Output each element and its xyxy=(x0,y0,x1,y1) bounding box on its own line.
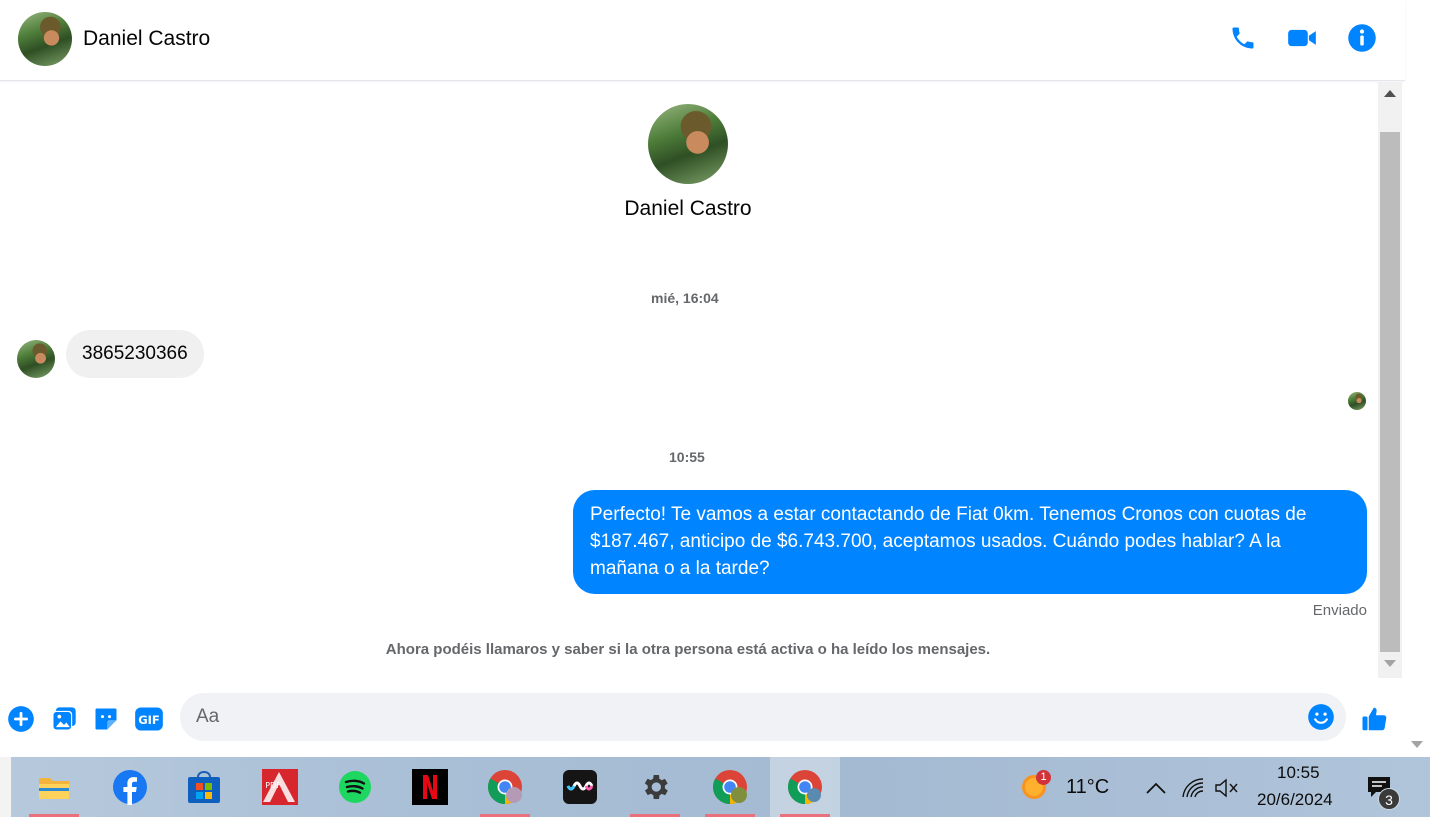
message-thread: Daniel Castro mié, 16:04 3865230366 10:5… xyxy=(0,82,1378,682)
chrome-icon xyxy=(788,770,822,804)
scroll-up-arrow[interactable] xyxy=(1384,90,1396,97)
gallery-icon xyxy=(52,707,76,731)
message-timestamp: mié, 16:04 xyxy=(651,290,719,306)
like-button[interactable] xyxy=(1360,704,1390,734)
wifi-icon xyxy=(1182,778,1204,798)
attach-photo-button[interactable] xyxy=(49,704,79,734)
taskbar-wavy-app[interactable] xyxy=(545,757,615,817)
profile-name: Daniel Castro xyxy=(624,197,752,220)
volume-button[interactable] xyxy=(1214,775,1240,801)
taskbar-netflix[interactable] xyxy=(395,757,465,817)
facebook-icon xyxy=(113,770,147,805)
taskbar-microsoft-store[interactable] xyxy=(169,757,239,817)
contact-name[interactable]: Daniel Castro xyxy=(83,27,210,51)
show-hidden-icons-button[interactable] xyxy=(1143,775,1169,801)
spotify-icon xyxy=(339,771,371,803)
gif-button[interactable]: GIF xyxy=(134,704,164,734)
page-scroll-down-arrow[interactable] xyxy=(1411,741,1423,748)
phone-icon xyxy=(1232,27,1254,49)
store-icon xyxy=(188,770,220,803)
taskbar-spotify[interactable] xyxy=(320,757,390,817)
contact-avatar[interactable] xyxy=(18,12,72,66)
weather-badge: 1 xyxy=(1036,770,1051,785)
chrome-icon xyxy=(713,770,747,804)
taskbar-facebook[interactable] xyxy=(95,757,165,817)
taskbar-edge xyxy=(0,757,12,817)
voice-call-button[interactable] xyxy=(1227,22,1259,54)
clock-date[interactable]: 20/6/2024 xyxy=(1257,790,1333,810)
emoji-button[interactable] xyxy=(1306,702,1336,732)
taskbar-chrome-profile-2[interactable] xyxy=(695,757,765,817)
taskbar-file-explorer[interactable] xyxy=(19,757,89,817)
sent-status: Enviado xyxy=(1312,602,1367,619)
wavy-app-icon xyxy=(563,770,597,804)
taskbar-pdf-app[interactable]: PDF xyxy=(245,757,315,817)
thread-scrollbar[interactable] xyxy=(1378,82,1402,678)
sticker-button[interactable] xyxy=(91,704,121,734)
plus-circle-icon xyxy=(8,706,34,732)
encryption-info-note: Ahora podéis llamaros y saber si la otra… xyxy=(385,641,991,658)
notification-count-badge: 3 xyxy=(1378,788,1400,810)
pdf-x-icon: PDF xyxy=(262,769,298,805)
clock-time[interactable]: 10:55 xyxy=(1277,763,1320,783)
chrome-icon xyxy=(488,770,522,804)
message-input[interactable] xyxy=(196,693,1286,741)
svg-text:GIF: GIF xyxy=(138,713,160,727)
gif-icon: GIF xyxy=(135,707,163,731)
video-call-button[interactable] xyxy=(1286,22,1318,54)
message-timestamp: 10:55 xyxy=(669,449,705,465)
message-input-wrapper xyxy=(180,693,1346,741)
sender-avatar[interactable] xyxy=(17,340,55,378)
gear-icon xyxy=(644,775,668,799)
temperature[interactable]: 11°C xyxy=(1066,776,1109,799)
pdf-label: PDF xyxy=(265,781,281,790)
profile-avatar[interactable] xyxy=(648,104,728,184)
video-camera-icon xyxy=(1288,29,1316,47)
info-icon xyxy=(1348,24,1376,52)
smiley-icon xyxy=(1308,704,1334,730)
windows-taskbar: PDF 1 11°C 10:55 20/6/2024 3 xyxy=(0,757,1430,817)
taskbar-chrome-profile-1[interactable] xyxy=(470,757,540,817)
taskbar-chrome-profile-3[interactable] xyxy=(770,757,840,817)
scrollbar-thumb[interactable] xyxy=(1380,132,1400,652)
more-actions-button[interactable] xyxy=(6,704,36,734)
taskbar-settings[interactable] xyxy=(620,757,690,817)
message-composer: GIF xyxy=(0,688,1405,752)
chevron-up-icon xyxy=(1146,782,1166,794)
incoming-message-bubble[interactable]: 3865230366 xyxy=(66,330,204,378)
conversation-info-button[interactable] xyxy=(1346,22,1378,54)
conversation-header: Daniel Castro xyxy=(0,0,1405,81)
seen-indicator-avatar xyxy=(1348,392,1366,410)
thumbs-up-icon xyxy=(1362,707,1387,731)
scroll-down-arrow[interactable] xyxy=(1384,660,1396,667)
speaker-muted-icon xyxy=(1215,778,1238,798)
network-button[interactable] xyxy=(1180,775,1206,801)
netflix-icon xyxy=(412,769,448,805)
messenger-window: Daniel Castro Daniel Castro mié, 16:04 3… xyxy=(0,0,1430,817)
folder-icon xyxy=(39,778,69,799)
sticker-icon xyxy=(95,708,117,730)
outgoing-message-bubble[interactable]: Perfecto! Te vamos a estar contactando d… xyxy=(573,490,1367,594)
